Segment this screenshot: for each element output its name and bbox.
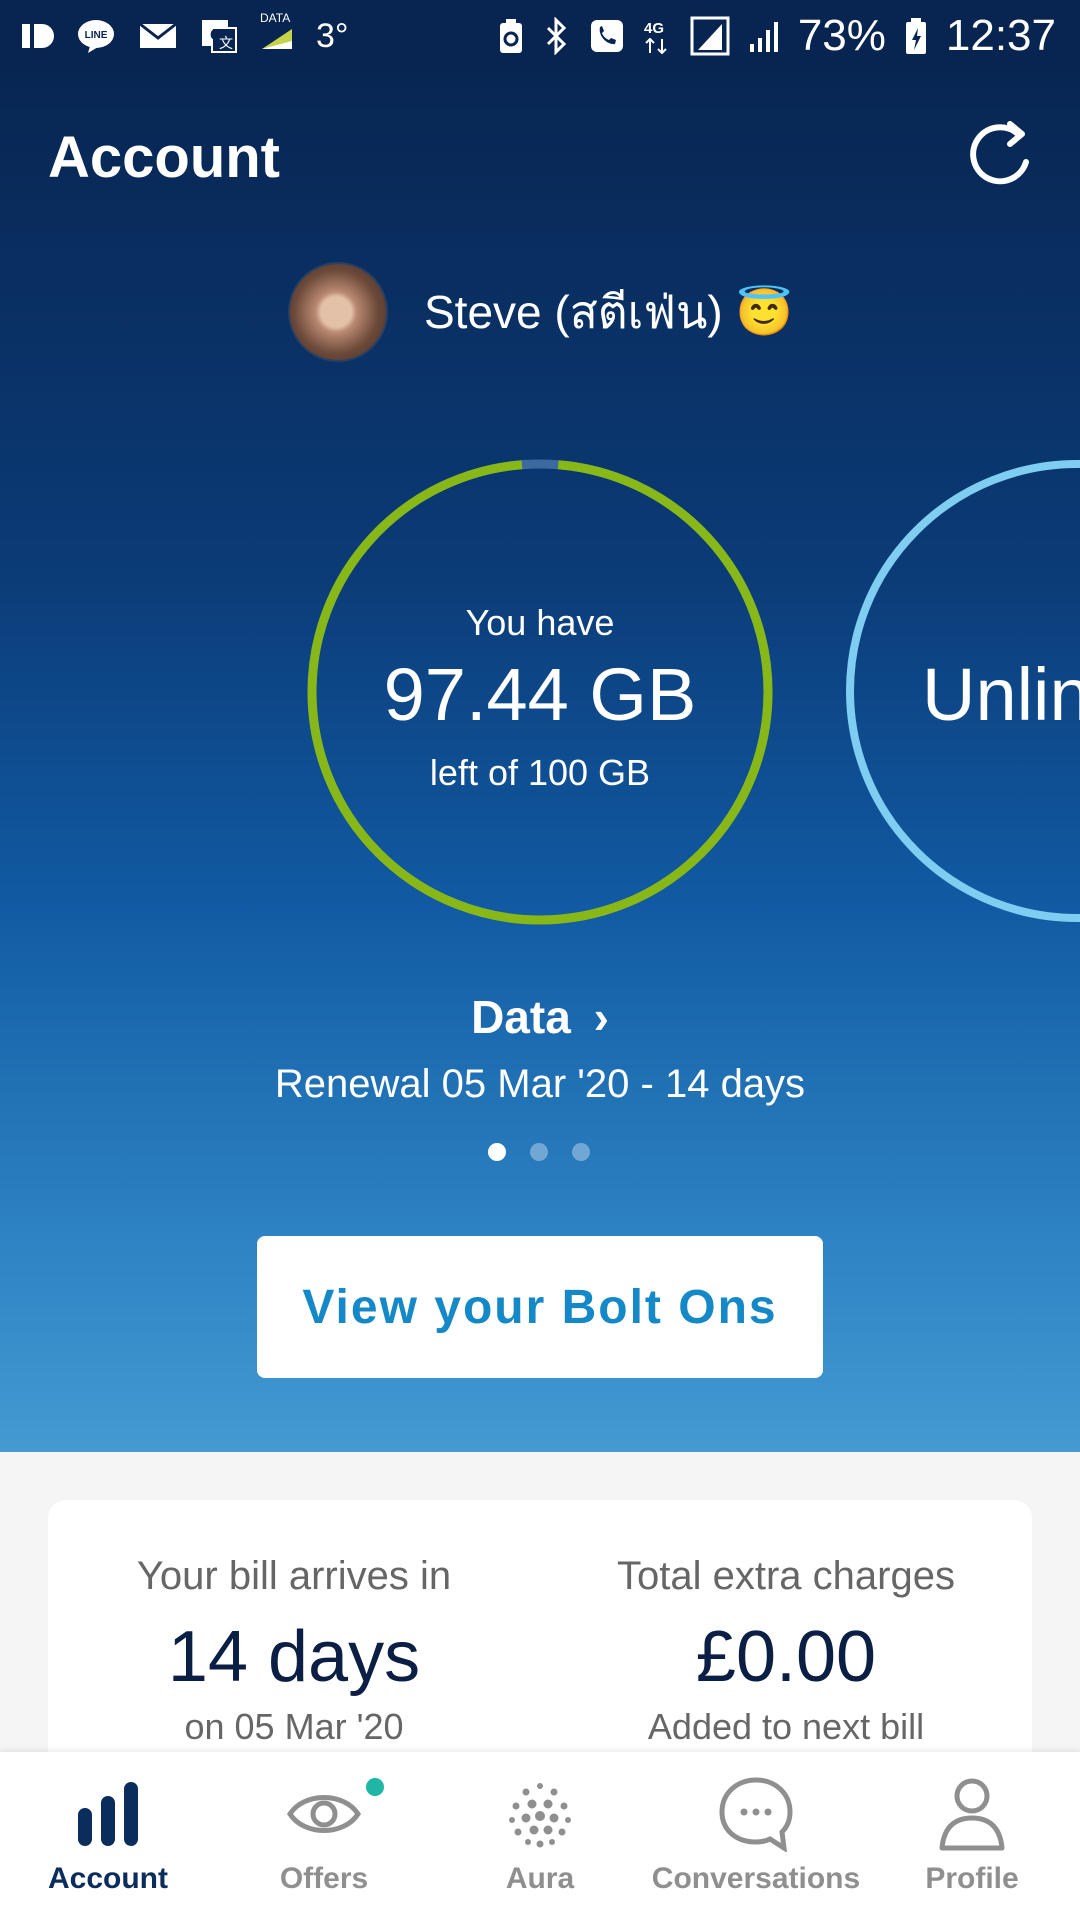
bill-arrives-label: Your bill arrives in — [136, 1554, 452, 1598]
bluetooth-icon — [542, 17, 572, 55]
bar-chart-icon — [0, 1774, 216, 1854]
extra-charges-value: £0.00 — [695, 1617, 877, 1697]
network-4g-text: 4G — [644, 20, 664, 37]
network-4g-icon: 4G — [642, 17, 672, 55]
plan-title: Data — [471, 991, 571, 1043]
carousel-dot-2[interactable] — [530, 1143, 548, 1161]
nav-profile[interactable]: Profile — [864, 1752, 1080, 1920]
view-bolt-ons-button[interactable]: View your Bolt Ons — [257, 1236, 823, 1378]
carousel-dot-1[interactable] — [488, 1143, 506, 1161]
aura-dots-icon — [432, 1774, 648, 1854]
call-icon — [590, 19, 624, 53]
data-icon: DATA — [260, 11, 294, 51]
plan-title-link[interactable]: Data › — [0, 990, 1080, 1044]
nav-account-label: Account — [48, 1862, 168, 1895]
user-name: Steve (สตีเฟ่น) 😇 — [424, 285, 793, 338]
account-screen: LINE G文 DATA 3° 4G 73% 12:37 Account Ste… — [0, 0, 1080, 1920]
person-icon — [864, 1774, 1080, 1854]
account-hero: Account Steve (สตีเฟ่น) 😇 You have 97.44… — [0, 72, 1080, 1452]
nav-profile-label: Profile — [925, 1862, 1019, 1895]
usage-value: 97.44 GB — [383, 653, 697, 736]
signal-icon — [690, 16, 730, 56]
status-right: 4G 73% 12:37 — [498, 10, 1056, 62]
refresh-button[interactable] — [960, 116, 1040, 196]
nav-conversations[interactable]: Conversations — [648, 1752, 864, 1920]
bill-arrives-value: 14 days — [167, 1617, 421, 1697]
signal-2-icon — [748, 18, 780, 54]
line-icon: LINE — [76, 18, 116, 54]
data-usage-ring[interactable]: You have 97.44 GB left of 100 GB — [300, 452, 780, 932]
offers-badge — [366, 1778, 384, 1796]
svg-text:LINE: LINE — [85, 30, 108, 41]
extra-charges-note: Added to next bill — [647, 1706, 925, 1747]
chat-bubble-icon — [648, 1774, 864, 1854]
svg-text:文: 文 — [219, 35, 233, 51]
nav-offers-label: Offers — [279, 1862, 369, 1895]
usage-ring-text: You have 97.44 GB left of 100 GB — [300, 452, 780, 932]
extra-charges-label: Total extra charges — [617, 1554, 955, 1598]
usage-prefix: You have — [465, 602, 615, 643]
nav-account[interactable]: Account — [0, 1752, 216, 1920]
nav-aura[interactable]: Aura — [432, 1752, 648, 1920]
battery-icon — [904, 16, 928, 56]
eye-icon — [216, 1774, 432, 1854]
nav-offers[interactable]: Offers — [216, 1752, 432, 1920]
translate-icon: G文 — [200, 18, 238, 54]
battery-saver-icon — [498, 17, 524, 55]
renewal-text: Renewal 05 Mar '20 - 14 days — [274, 1062, 806, 1106]
mail-icon — [138, 21, 178, 51]
page-title: Account — [48, 125, 280, 190]
nav-aura-label: Aura — [505, 1862, 575, 1895]
id-icon — [20, 21, 54, 51]
avatar[interactable] — [288, 262, 388, 362]
usage-suffix: left of 100 GB — [429, 752, 651, 793]
clock: 12:37 — [945, 11, 1056, 60]
user-row: Steve (สตีเฟ่น) 😇 — [288, 262, 793, 362]
chevron-right-icon: › — [593, 991, 609, 1043]
carousel-dot-3[interactable] — [572, 1143, 590, 1161]
carousel-dots — [488, 1143, 590, 1161]
bottom-nav: Account Offers Aura Conversations Profil… — [0, 1752, 1080, 1920]
status-bar: LINE G文 DATA 3° 4G 73% 12:37 — [0, 0, 1080, 72]
temperature-text: 3° — [316, 16, 349, 55]
status-left: LINE G文 DATA 3° — [20, 10, 349, 62]
refresh-icon — [970, 121, 1029, 185]
next-plan-text: Unlin — [922, 653, 1080, 736]
nav-conversations-label: Conversations — [651, 1862, 861, 1895]
battery-percent: 73% — [797, 11, 886, 60]
bill-arrives-date: on 05 Mar '20 — [184, 1706, 404, 1747]
